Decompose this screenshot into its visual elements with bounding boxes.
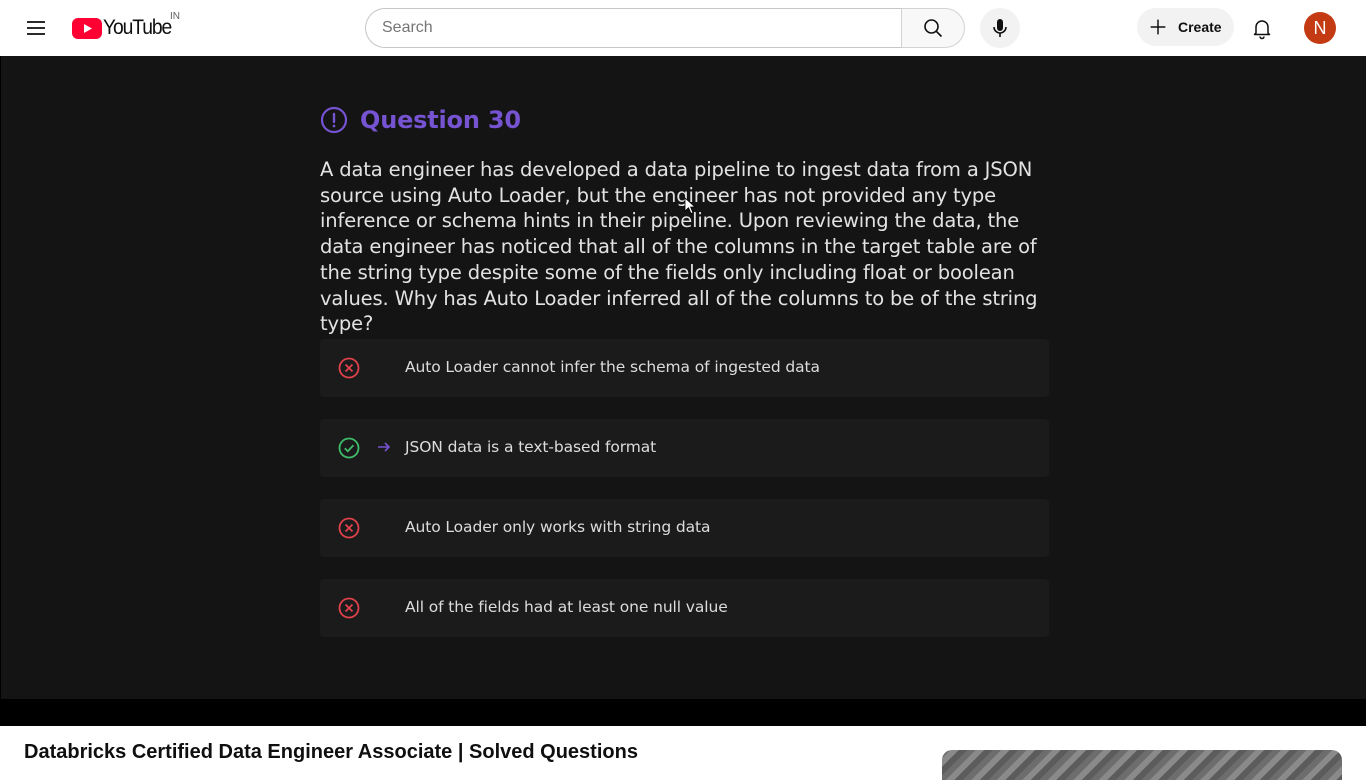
question-title: Question 30 <box>360 106 521 134</box>
avatar[interactable]: N <box>1304 12 1336 44</box>
recommended-video-thumbnail[interactable] <box>942 750 1342 780</box>
mouse-cursor-icon <box>684 197 696 215</box>
x-circle-icon <box>338 517 360 539</box>
answer-option-2: JSON data is a text-based format <box>320 419 1049 477</box>
arrow-right-icon <box>378 442 391 452</box>
search-icon <box>924 19 943 38</box>
exclamation-circle-icon <box>320 106 348 134</box>
country-code: IN <box>170 11 180 22</box>
youtube-wordmark: YouTube <box>103 16 172 39</box>
create-button[interactable]: Create <box>1137 8 1234 46</box>
player-bottom-bar <box>0 699 1366 726</box>
masthead: YouTube IN Create N <box>0 0 1366 56</box>
video-player[interactable]: Question 30 A data engineer has develope… <box>0 56 1366 699</box>
answer-option-label: Auto Loader only works with string data <box>405 518 711 536</box>
search-box <box>365 8 902 48</box>
answer-option-label: All of the fields had at least one null … <box>405 598 728 616</box>
answer-option-1: Auto Loader cannot infer the schema of i… <box>320 339 1049 397</box>
search-input[interactable] <box>382 19 902 37</box>
answer-option-label: Auto Loader cannot infer the schema of i… <box>405 358 820 376</box>
notifications-button[interactable] <box>1242 8 1282 48</box>
hamburger-menu-icon[interactable] <box>16 8 56 48</box>
plus-icon <box>1150 19 1166 35</box>
x-circle-icon <box>338 597 360 619</box>
voice-search-button[interactable] <box>980 8 1020 48</box>
microphone-icon <box>993 19 1007 37</box>
answer-option-label: JSON data is a text-based format <box>405 438 657 456</box>
youtube-logo[interactable]: YouTube IN <box>72 11 180 41</box>
answer-option-4: All of the fields had at least one null … <box>320 579 1049 637</box>
video-frame: Question 30 A data engineer has develope… <box>1 56 1366 699</box>
search-button[interactable] <box>901 8 965 48</box>
video-title: Databricks Certified Data Engineer Assoc… <box>24 741 638 763</box>
answer-option-3: Auto Loader only works with string data <box>320 499 1049 557</box>
check-circle-icon <box>338 437 360 459</box>
question-header: Question 30 <box>320 106 521 134</box>
bell-icon <box>1253 20 1271 40</box>
youtube-play-logo-icon <box>72 17 102 39</box>
create-label: Create <box>1178 19 1222 35</box>
question-text: A data engineer has developed a data pip… <box>320 158 1038 336</box>
x-circle-icon <box>338 357 360 379</box>
